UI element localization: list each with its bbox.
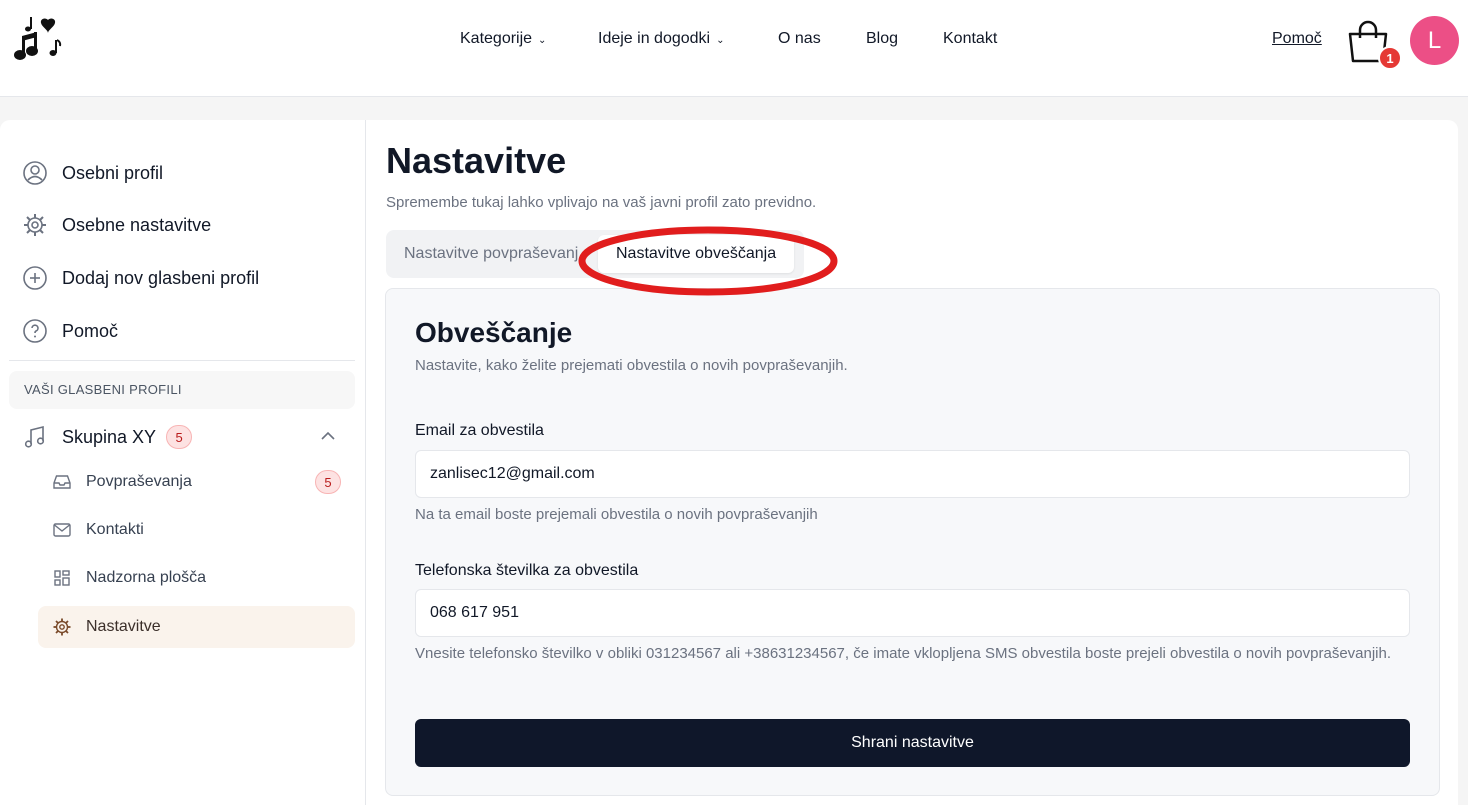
user-circle-icon: [23, 161, 47, 185]
nav-label: Ideje in dogodki: [598, 30, 711, 47]
nav-kategorije[interactable]: Kategorije ⌄: [460, 30, 546, 48]
phone-help: Vnesite telefonsko številko v obliki 031…: [415, 645, 1392, 662]
avatar[interactable]: L: [1410, 16, 1459, 65]
sidebar-item-osebne-nastavitve[interactable]: Osebne nastavitve: [22, 212, 211, 238]
chevron-up-icon[interactable]: [320, 428, 336, 444]
settings-tabs: Nastavitve povpraševanj Nastavitve obveš…: [386, 230, 804, 278]
page-subtitle: Spremembe tukaj lahko vplivajo na vaš ja…: [386, 194, 817, 211]
main-nav: Kategorije ⌄ Ideje in dogodki ⌄ O nas Blog…: [0, 30, 1468, 50]
sidebar-item-label: Dodaj nov glasbeni profil: [62, 267, 260, 288]
dashboard-icon: [54, 570, 70, 586]
help-link[interactable]: Pomoč: [1272, 30, 1322, 48]
sidebar-item-label: Osebni profil: [62, 162, 164, 183]
music-note-icon: [24, 425, 45, 448]
profile-group-skupina-xy[interactable]: Skupina XY 5: [22, 422, 342, 452]
gear-icon: [24, 214, 46, 236]
page-title: Nastavitve: [386, 140, 567, 181]
sidebar-item-label: Pomoč: [62, 320, 119, 341]
notification-settings-card: Obveščanje Nastavite, kako želite prejem…: [385, 288, 1440, 796]
nav-kontakt[interactable]: Kontakt: [943, 30, 997, 48]
chevron-down-icon: ⌄: [538, 34, 547, 46]
mail-icon: [53, 523, 71, 537]
sidebar-subitem-label: Nastavitve: [86, 618, 161, 635]
sidebar-subitem-kontakti[interactable]: Kontakti: [38, 509, 355, 551]
cart-count-badge: 1: [1378, 46, 1402, 70]
nav-label: O nas: [778, 30, 821, 47]
inbox-icon: [53, 475, 71, 489]
tab-nastavitve-povprasevanj[interactable]: Nastavitve povpraševanj: [386, 235, 596, 273]
main-content: Nastavitve Spremembe tukaj lahko vplivaj…: [366, 120, 1458, 805]
inquiries-badge: 5: [315, 470, 341, 494]
card-subtitle: Nastavite, kako želite prejemati obvesti…: [415, 357, 848, 374]
sidebar: Osebni profil Osebne nastavitve Dodaj no…: [0, 120, 366, 805]
sidebar-item-pomoc[interactable]: Pomoč: [22, 318, 118, 344]
gear-icon: [53, 618, 71, 636]
email-field[interactable]: [415, 450, 1410, 498]
sidebar-subitem-label: Povpraševanja: [86, 473, 192, 490]
phone-label: Telefonska številka za obvestila: [415, 562, 639, 579]
tab-nastavitve-obvescanja[interactable]: Nastavitve obveščanja: [598, 235, 795, 273]
save-settings-button[interactable]: Shrani nastavitve: [415, 719, 1410, 767]
sidebar-subitem-povprasevanja[interactable]: Povpraševanja 5: [38, 461, 355, 503]
sidebar-item-dodaj-profil[interactable]: Dodaj nov glasbeni profil: [22, 265, 259, 291]
chevron-down-icon: ⌄: [716, 34, 725, 46]
sidebar-subitem-label: Nadzorna plošča: [86, 569, 207, 586]
card-title: Obveščanje: [415, 317, 573, 348]
group-badge: 5: [166, 425, 193, 449]
nav-label: Blog: [866, 30, 899, 47]
nav-label: Kontakt: [943, 30, 998, 47]
nav-blog[interactable]: Blog: [866, 30, 898, 48]
sidebar-divider: [9, 360, 355, 361]
sidebar-subitem-nastavitve[interactable]: Nastavitve: [38, 606, 355, 648]
email-help: Na ta email boste prejemali obvestila o …: [415, 506, 818, 523]
sidebar-item-osebni-profil[interactable]: Osebni profil: [22, 160, 163, 186]
nav-ideje-in-dogodki[interactable]: Ideje in dogodki ⌄: [598, 30, 724, 48]
email-label: Email za obvestila: [415, 422, 544, 439]
nav-label: Kategorije: [460, 30, 533, 47]
phone-field[interactable]: [415, 589, 1410, 637]
question-circle-icon: [23, 319, 47, 343]
group-label: Skupina XY: [62, 426, 157, 447]
sidebar-subitem-label: Kontakti: [86, 521, 144, 538]
top-header: Kategorije ⌄ Ideje in dogodki ⌄ O nas Blog…: [0, 0, 1468, 97]
nav-o-nas[interactable]: O nas: [778, 30, 821, 48]
sidebar-subitem-nadzorna-plosca[interactable]: Nadzorna plošča: [38, 557, 355, 599]
plus-circle-icon: [23, 266, 47, 290]
section-label: VAŠI GLASBENI PROFILI: [9, 371, 355, 409]
sidebar-item-label: Osebne nastavitve: [62, 214, 212, 235]
